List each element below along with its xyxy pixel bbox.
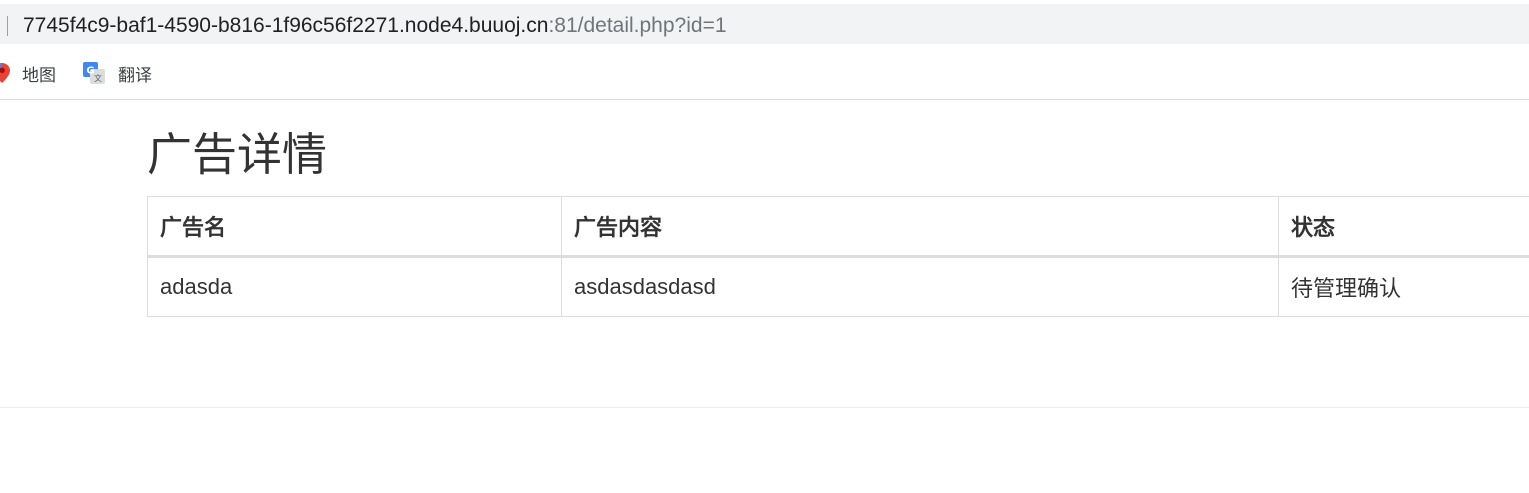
cell-ad-content: asdasdasdasd bbox=[561, 256, 1279, 317]
map-pin-icon bbox=[0, 63, 10, 83]
footer-divider bbox=[0, 407, 1529, 408]
address-bar[interactable]: 7745f4c9-baf1-4590-b816-1f96c56f2271.nod… bbox=[0, 4, 1529, 44]
bookmarks-bar: 地图 G 文 翻译 bbox=[0, 54, 1529, 94]
bookmark-translate[interactable]: G 文 翻译 bbox=[83, 60, 152, 86]
url-host: 7745f4c9-baf1-4590-b816-1f96c56f2271.nod… bbox=[23, 14, 549, 37]
text-cursor bbox=[7, 16, 8, 36]
cell-ad-name: adasda bbox=[147, 256, 562, 317]
url-path: :81/detail.php?id=1 bbox=[548, 14, 727, 37]
column-header-status: 状态 bbox=[1278, 196, 1529, 258]
column-header-ad-content: 广告内容 bbox=[561, 196, 1279, 258]
translate-icon: G 文 bbox=[83, 62, 105, 84]
bookmark-maps-label: 地图 bbox=[22, 65, 56, 86]
cell-status: 待管理确认 bbox=[1278, 256, 1529, 317]
bookmark-translate-label: 翻译 bbox=[118, 65, 152, 86]
table-header-row: 广告名 广告内容 状态 bbox=[147, 196, 1529, 258]
toolbar-divider bbox=[0, 99, 1529, 100]
bookmark-maps[interactable]: 地图 bbox=[0, 60, 56, 86]
svg-text:文: 文 bbox=[94, 73, 102, 83]
url-text[interactable]: 7745f4c9-baf1-4590-b816-1f96c56f2271.nod… bbox=[23, 14, 727, 38]
table-row: adasda asdasdasdasd 待管理确认 bbox=[147, 256, 1529, 317]
ad-detail-table: 广告名 广告内容 状态 adasda asdasdasdasd 待管理确认 bbox=[147, 196, 1529, 317]
page-title: 广告详情 bbox=[147, 128, 328, 181]
column-header-ad-name: 广告名 bbox=[147, 196, 562, 258]
